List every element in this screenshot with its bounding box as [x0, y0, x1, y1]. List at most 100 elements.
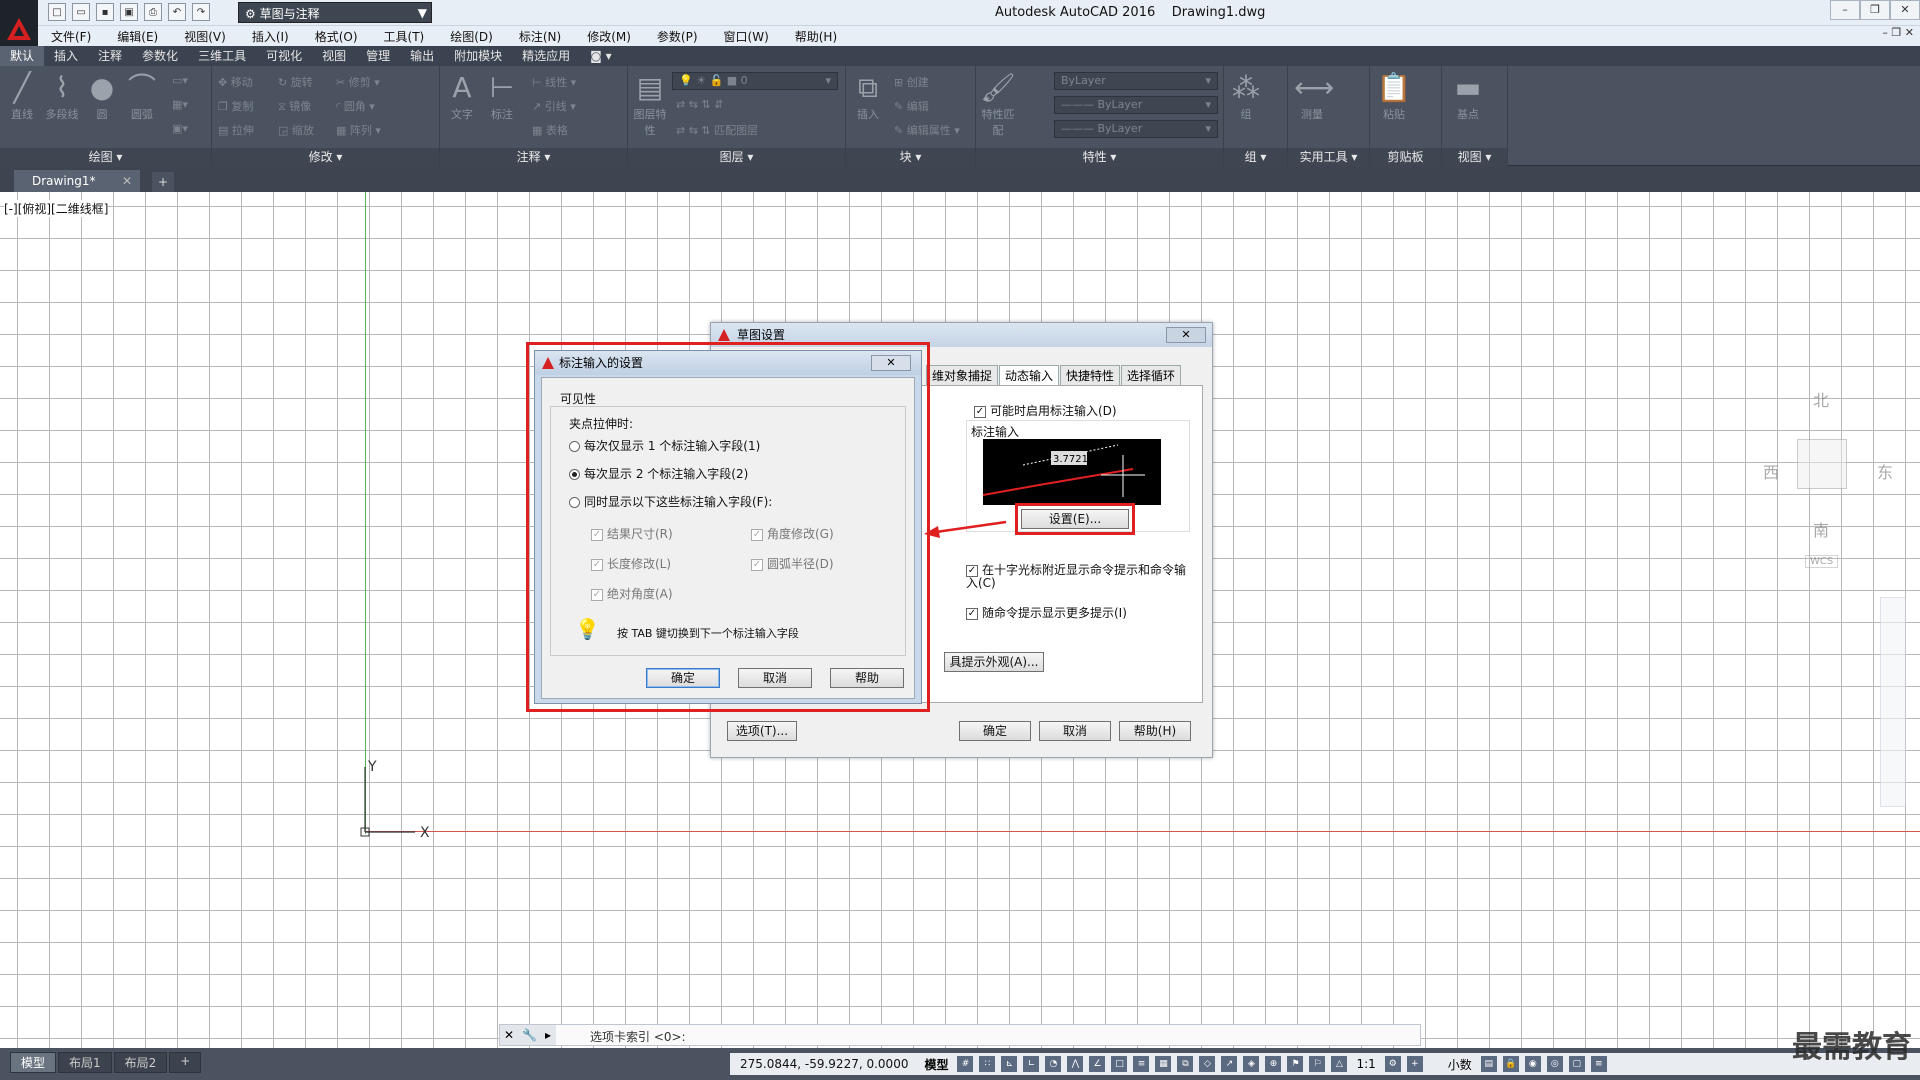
viewcube[interactable]: 北 西 东 南 WCS: [1745, 387, 1895, 568]
tab-3d-osnap[interactable]: 维对象捕捉: [926, 365, 999, 386]
rectangle-icon[interactable]: ▭▾: [172, 74, 188, 87]
close-icon[interactable]: ✕: [122, 170, 132, 192]
ribbon-tab-4[interactable]: 三维工具: [188, 46, 256, 66]
ortho-icon[interactable]: ∟: [1023, 1056, 1040, 1072]
ribbon-tab-2[interactable]: 注释: [88, 46, 132, 66]
model-space-toggle[interactable]: 模型: [918, 1056, 954, 1073]
table-tool[interactable]: ▦ 表格: [532, 122, 568, 138]
new-tab-button[interactable]: +: [152, 172, 174, 192]
utilities-panel-label[interactable]: 实用工具 ▾: [1288, 148, 1369, 166]
group-tool[interactable]: ⁂ 组: [1228, 70, 1264, 122]
close-window-button[interactable]: ✕: [1890, 0, 1920, 20]
viewcube-east[interactable]: 东: [1877, 459, 1893, 483]
base-view-tool[interactable]: ▬ 基点: [1450, 70, 1486, 122]
close-button[interactable]: ✕: [1166, 327, 1206, 343]
open-icon[interactable]: ▭: [72, 3, 90, 21]
ribbon-tab-9[interactable]: 附加模块: [444, 46, 512, 66]
selection-cycling-icon[interactable]: ⧉: [1177, 1056, 1194, 1072]
trim-tool[interactable]: ✂ 修剪 ▾: [336, 74, 380, 90]
draw-panel-label[interactable]: 绘图 ▾: [0, 148, 211, 166]
layer-tools-row2[interactable]: ⇄ ⇆ ⇅ 匹配图层: [676, 122, 758, 138]
menu-item-0[interactable]: 文件(F): [38, 28, 104, 45]
3d-osnap-icon[interactable]: ◇: [1199, 1056, 1216, 1072]
dimension-tool[interactable]: ⊢ 标注: [484, 70, 520, 122]
move-tool[interactable]: ✥ 移动: [218, 74, 253, 90]
layer-tools-row1[interactable]: ⇄ ⇆ ⇅ ⇵: [676, 98, 723, 111]
arc-tool[interactable]: ⌒ 圆弧: [124, 70, 160, 122]
create-block-tool[interactable]: ⊞ 创建: [894, 74, 929, 90]
auto-scale-icon[interactable]: ⚐: [1309, 1056, 1326, 1072]
boundary-icon[interactable]: ▣▾: [172, 122, 188, 135]
text-tool[interactable]: A 文字: [444, 70, 480, 122]
ribbon-tab-5[interactable]: 可视化: [256, 46, 312, 66]
command-prompt[interactable]: 选项卡索引 <0>:: [590, 1028, 686, 1045]
options-button[interactable]: 选项(T)...: [727, 721, 797, 741]
stretch-tool[interactable]: ▤ 拉伸: [218, 122, 254, 138]
annotation-panel-label[interactable]: 注释 ▾: [440, 148, 627, 166]
hardware-accel-icon[interactable]: ◎: [1546, 1056, 1563, 1072]
gear-icon[interactable]: ⚙: [1384, 1056, 1401, 1072]
annotation-scale[interactable]: 1:1: [1350, 1057, 1381, 1071]
gizmo-icon[interactable]: ⊕: [1265, 1056, 1282, 1072]
ribbon-tab-0[interactable]: 默认: [0, 46, 45, 66]
polar-icon[interactable]: ◔: [1045, 1056, 1062, 1072]
otrack-icon[interactable]: ∠: [1089, 1056, 1106, 1072]
menu-item-10[interactable]: 窗口(W): [711, 28, 782, 45]
print-icon[interactable]: ⎙: [144, 3, 162, 21]
properties-panel-label[interactable]: 特性 ▾: [976, 148, 1223, 166]
tab-model[interactable]: 模型: [10, 1052, 57, 1073]
rotate-tool[interactable]: ↻ 旋转: [278, 74, 313, 90]
block-panel-label[interactable]: 块 ▾: [846, 148, 975, 166]
leader-tool[interactable]: ↗ 引线 ▾: [532, 98, 576, 114]
ribbon-options-icon[interactable]: ◙ ▾: [580, 46, 621, 66]
navigation-bar[interactable]: [1880, 597, 1906, 807]
enable-dim-input-checkbox[interactable]: ✓ 可能时启用标注输入(D): [974, 402, 1117, 419]
ribbon-tab-7[interactable]: 管理: [356, 46, 400, 66]
edit-block-tool[interactable]: ✎ 编辑: [894, 98, 929, 114]
new-layout-button[interactable]: +: [169, 1052, 202, 1073]
wcs-menu[interactable]: WCS: [1805, 555, 1839, 568]
color-dropdown[interactable]: ByLayer ▾: [1054, 72, 1218, 90]
restore-button[interactable]: ❐: [1860, 0, 1890, 20]
viewcube-face[interactable]: [1797, 439, 1847, 489]
ribbon-tab-3[interactable]: 参数化: [132, 46, 188, 66]
edit-attr-tool[interactable]: ✎ 编辑属性 ▾: [894, 122, 960, 138]
array-tool[interactable]: ▦ 阵列 ▾: [336, 122, 381, 138]
copy-tool[interactable]: ❐ 复制: [218, 98, 253, 114]
snap-icon[interactable]: ∷: [979, 1056, 996, 1072]
modify-panel-label[interactable]: 修改 ▾: [212, 148, 439, 166]
mirror-tool[interactable]: ⧖ 镜像: [278, 98, 311, 114]
tab-drawing1[interactable]: Drawing1* ✕: [14, 170, 140, 192]
cancel-button[interactable]: 取消: [1039, 721, 1111, 741]
polyline-tool[interactable]: ⌇ 多段线: [44, 70, 80, 122]
selection-filter-icon[interactable]: ◈: [1243, 1056, 1260, 1072]
annotation-scale-icon[interactable]: △: [1331, 1056, 1348, 1072]
measure-tool[interactable]: ⟷ 测量: [1294, 70, 1334, 122]
viewcube-north[interactable]: 北: [1813, 387, 1829, 411]
ribbon-tab-6[interactable]: 视图: [312, 46, 356, 66]
grid-icon[interactable]: #: [957, 1056, 974, 1072]
dynamic-ucs-icon[interactable]: ↗: [1221, 1056, 1238, 1072]
tab-selection-cycling[interactable]: 选择循环: [1121, 365, 1182, 386]
menu-item-1[interactable]: 编辑(E): [104, 28, 171, 45]
line-tool[interactable]: ╱ 直线: [4, 70, 40, 122]
fillet-tool[interactable]: ◜ 圆角 ▾: [336, 98, 375, 114]
tab-layout1[interactable]: 布局1: [58, 1052, 112, 1073]
wrench-icon[interactable]: 🔧: [522, 1028, 537, 1042]
groups-panel-label[interactable]: 组 ▾: [1224, 148, 1287, 166]
clean-screen-icon[interactable]: ▢: [1568, 1056, 1585, 1072]
isolate-icon[interactable]: ◉: [1524, 1056, 1541, 1072]
hatch-icon[interactable]: ▦▾: [172, 98, 188, 111]
prompt-icon[interactable]: ▸: [545, 1028, 551, 1042]
annotation-visibility-icon[interactable]: ⚑: [1287, 1056, 1304, 1072]
insert-block-tool[interactable]: ⧉ 插入: [850, 70, 886, 122]
viewcube-west[interactable]: 西: [1763, 459, 1779, 483]
save-icon[interactable]: ▪: [96, 3, 114, 21]
layers-panel-label[interactable]: 图层 ▾: [628, 148, 845, 166]
menu-item-8[interactable]: 修改(M): [574, 28, 644, 45]
menu-item-6[interactable]: 绘图(D): [437, 28, 506, 45]
tab-quick-properties[interactable]: 快捷特性: [1060, 365, 1121, 386]
osnap-icon[interactable]: □: [1111, 1056, 1128, 1072]
menu-item-3[interactable]: 插入(I): [239, 28, 302, 45]
linetype-dropdown[interactable]: ——— ByLayer ▾: [1054, 96, 1218, 114]
